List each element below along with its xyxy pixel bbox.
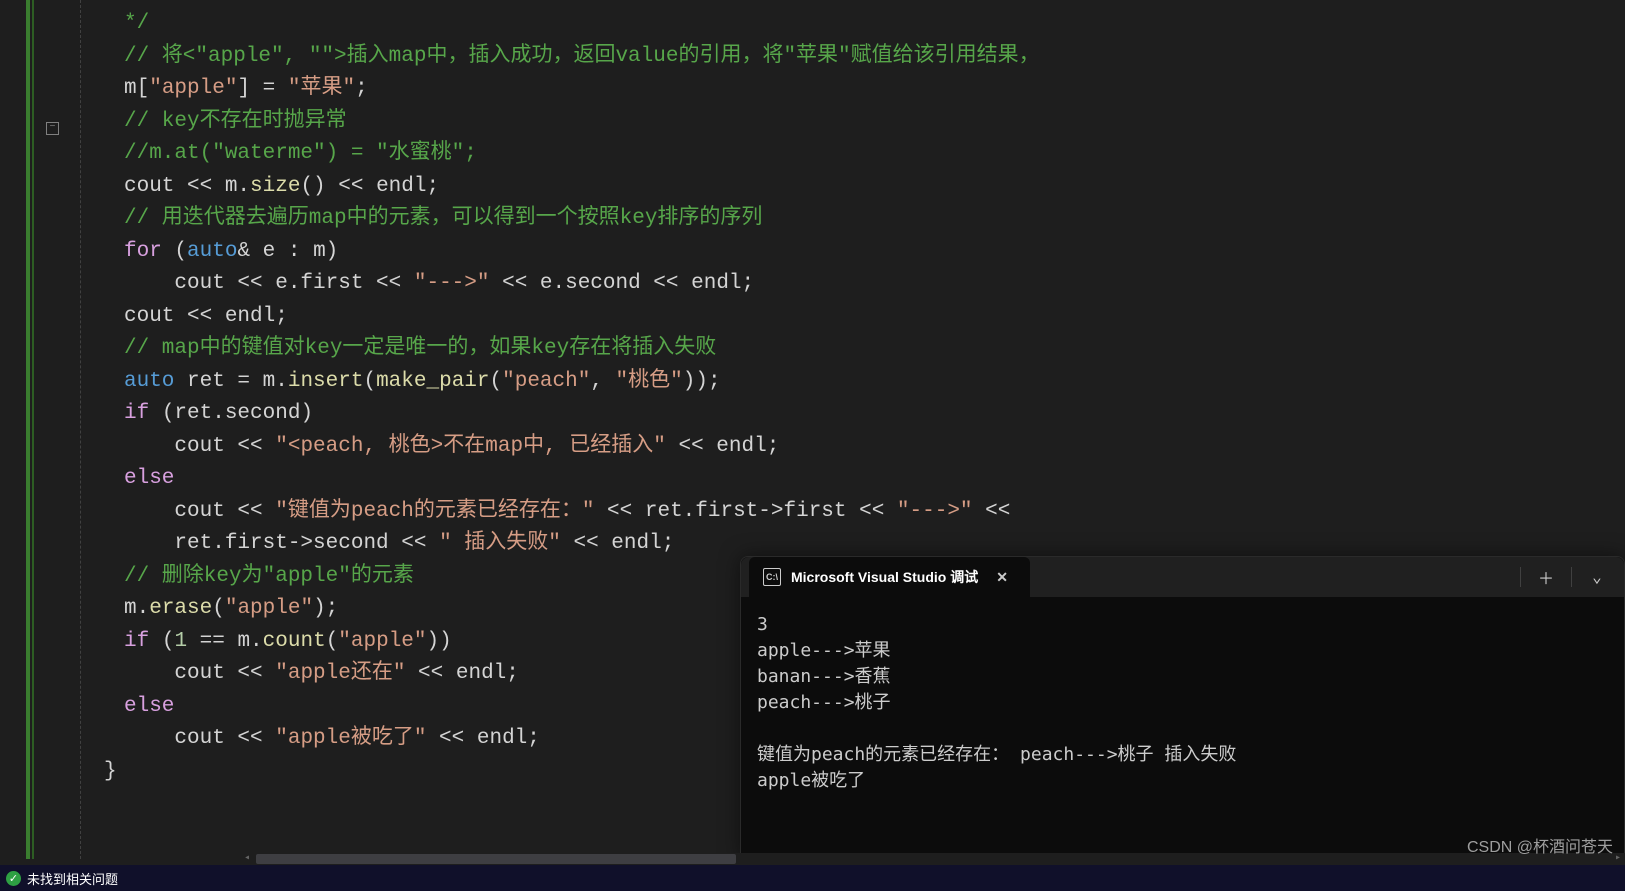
code-line: cout << "apple被吃了" << endl; xyxy=(124,727,540,750)
code-line: if (1 == m.count("apple")) xyxy=(124,630,452,653)
code-line: // 将<"apple", "">插入map中，插入成功，返回value的引用，… xyxy=(124,45,1040,68)
code-line: cout << endl; xyxy=(124,305,288,328)
terminal-tab-title: Microsoft Visual Studio 调试 xyxy=(791,567,978,587)
code-line: else xyxy=(124,695,174,718)
status-text: 未找到相关问题 xyxy=(27,869,118,888)
code-line: for (auto& e : m) xyxy=(124,240,338,263)
code-line: m.erase("apple"); xyxy=(124,597,338,620)
code-line: // 用迭代器去遍历map中的元素，可以得到一个按照key排序的序列 xyxy=(124,207,762,230)
code-line: m["apple"] = "苹果"; xyxy=(124,77,368,100)
status-ok-icon: ✓ xyxy=(6,871,21,886)
terminal-icon: C:\ xyxy=(763,568,781,586)
code-line: ret.first->second << " 插入失败" << endl; xyxy=(124,532,674,555)
editor-gutter xyxy=(0,0,34,859)
terminal-tab[interactable]: C:\ Microsoft Visual Studio 调试 ✕ xyxy=(749,557,1030,597)
terminal-output[interactable]: 3 apple--->苹果 banan--->香蕉 peach--->桃子 键值… xyxy=(741,598,1624,808)
terminal-window[interactable]: C:\ Microsoft Visual Studio 调试 ✕ ＋ ⌄ 3 a… xyxy=(740,556,1625,859)
code-line: //m.at("waterme") = "水蜜桃"; xyxy=(124,142,477,165)
change-indicator xyxy=(26,0,30,859)
code-line: auto ret = m.insert(make_pair("peach", "… xyxy=(124,370,721,393)
watermark: CSDN @杯酒问苍天 xyxy=(1467,833,1613,857)
terminal-actions: ＋ ⌄ xyxy=(1516,563,1624,591)
close-tab-icon[interactable]: ✕ xyxy=(988,565,1016,590)
horizontal-scrollbar[interactable]: ◂ ▸ xyxy=(240,853,1625,865)
scroll-thumb[interactable] xyxy=(256,854,736,864)
code-line: // key不存在时抛异常 xyxy=(124,110,347,133)
code-line: */ xyxy=(124,12,149,35)
code-line: cout << "<peach, 桃色>不在map中, 已经插入" << end… xyxy=(124,435,779,458)
separator xyxy=(1571,567,1572,587)
code-line: // map中的键值对key一定是唯一的，如果key存在将插入失败 xyxy=(124,337,716,360)
scroll-left-icon[interactable]: ◂ xyxy=(240,853,254,865)
code-line: else xyxy=(124,467,174,490)
separator xyxy=(1520,567,1521,587)
code-line: if (ret.second) xyxy=(124,402,313,425)
code-line: cout << e.first << "--->" << e.second <<… xyxy=(124,272,754,295)
status-bar: ✓ 未找到相关问题 xyxy=(0,865,1625,891)
tab-dropdown-icon[interactable]: ⌄ xyxy=(1580,563,1614,591)
code-line: cout << "键值为peach的元素已经存在：" << ret.first-… xyxy=(124,500,1010,523)
code-line: } xyxy=(104,760,117,783)
code-line: cout << "apple还在" << endl; xyxy=(124,662,519,685)
code-line: cout << m.size() << endl; xyxy=(124,175,439,198)
new-tab-button[interactable]: ＋ xyxy=(1529,563,1563,591)
terminal-tabbar: C:\ Microsoft Visual Studio 调试 ✕ ＋ ⌄ xyxy=(741,557,1624,598)
scroll-right-icon[interactable]: ▸ xyxy=(1611,853,1625,865)
code-line: // 删除key为"apple"的元素 xyxy=(124,565,414,588)
